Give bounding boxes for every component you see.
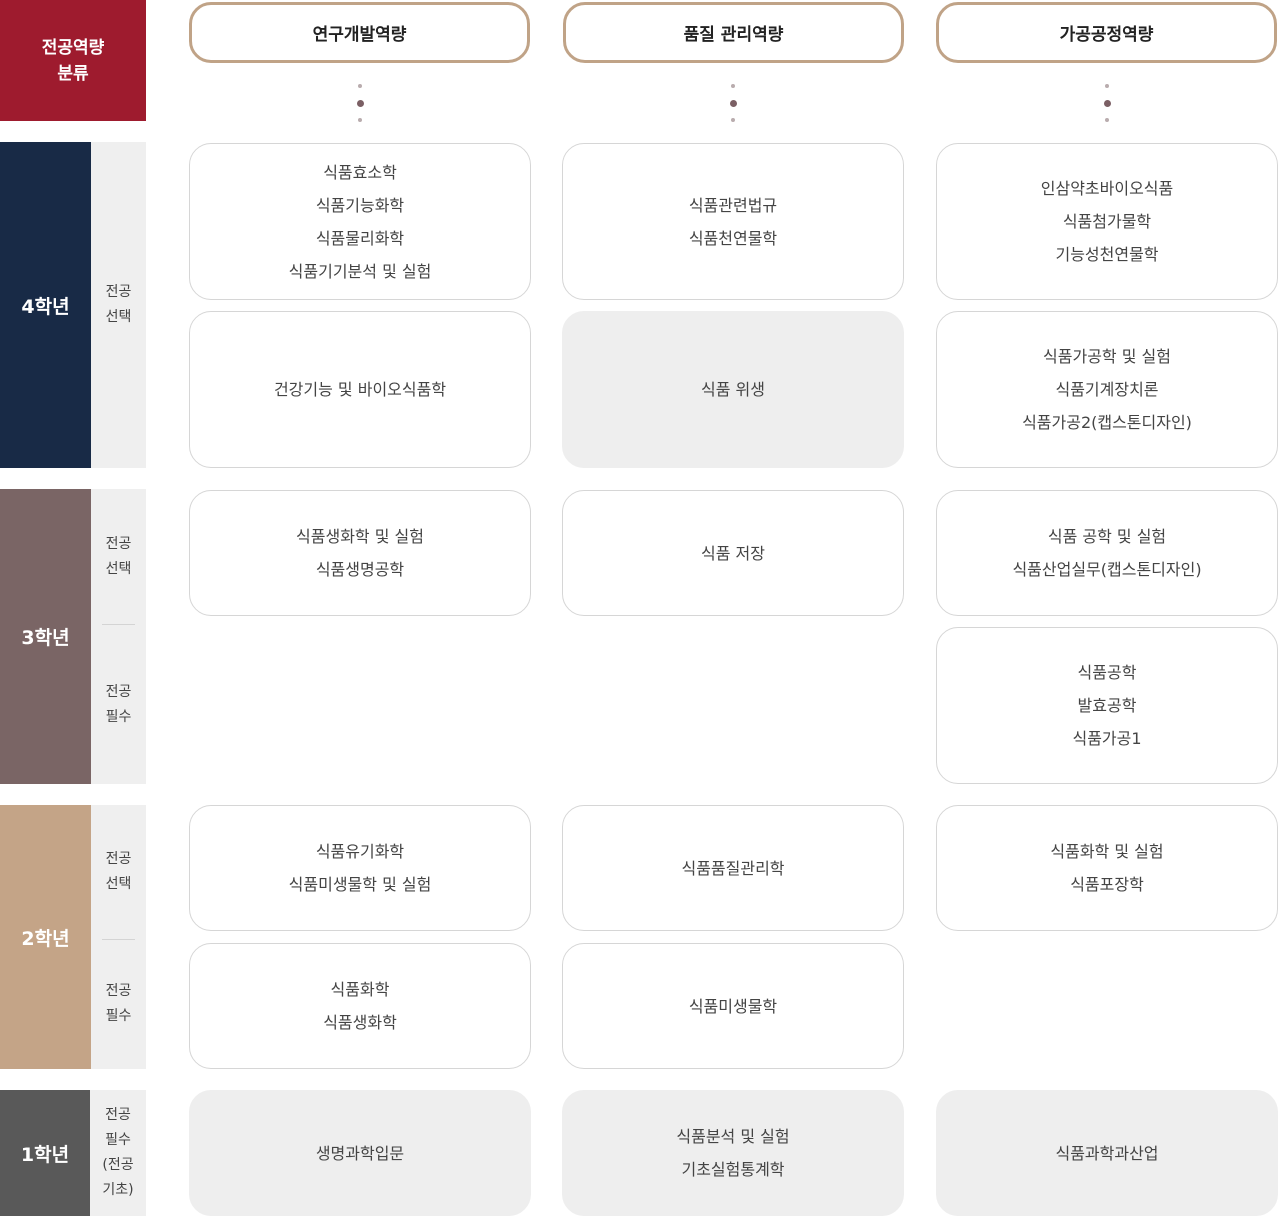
year-2-label: 2학년	[0, 805, 91, 1069]
course-box-y3-rd-elective: 식품생화학 및 실험 식품생명공학	[189, 490, 531, 616]
course-box-y4-pp-elective-a: 인삼약초바이오식품 식품첨가물학 기능성천연물학	[936, 143, 1278, 300]
course-box-y1-rd: 생명과학입문	[189, 1090, 531, 1216]
year-3-label: 3학년	[0, 489, 91, 784]
course-box-y4-rd-elective-a: 식품효소학 식품기능화학 식품물리화학 식품기기분석 및 실험	[189, 143, 531, 300]
competency-classification-header: 전공역량 분류	[0, 0, 146, 121]
course-box-y3-pp-required: 식품공학 발효공학 식품가공1	[936, 627, 1278, 784]
course-box-y2-rd-elective: 식품유기화학 식품미생물학 및 실험	[189, 805, 531, 931]
course-box-y3-qm-elective: 식품 저장	[562, 490, 904, 616]
category-quality: 품질 관리역량	[563, 2, 904, 63]
course-box-y4-qm-elective-a: 식품관련법규 식품천연물학	[562, 143, 904, 300]
year-3-sub-column: 전공 선택 전공 필수	[91, 489, 146, 784]
category-rd: 연구개발역량	[189, 2, 530, 63]
course-box-y2-qm-required: 식품미생물학	[562, 943, 904, 1069]
course-box-y1-qm: 식품분석 및 실험 기초실험통계학	[562, 1090, 904, 1216]
course-box-y4-qm-required: 식품 위생	[562, 311, 904, 468]
course-box-y2-qm-elective: 식품품질관리학	[562, 805, 904, 931]
connector-dots-quality	[729, 84, 737, 122]
header-label-line-2: 분류	[57, 63, 89, 84]
year-1-sub-column: 전공 필수 (전공 기초)	[90, 1090, 146, 1216]
category-processing: 가공공정역량	[936, 2, 1277, 63]
course-box-y1-pp: 식품과학과산업	[936, 1090, 1278, 1216]
course-box-y2-rd-required: 식품화학 식품생화학	[189, 943, 531, 1069]
connector-dots-rd	[356, 84, 364, 122]
year-1-label: 1학년	[0, 1090, 90, 1216]
year-4-label: 4학년	[0, 142, 91, 468]
year-4-elective-label: 전공 선택	[105, 284, 132, 325]
connector-dots-processing	[1103, 84, 1111, 122]
year-1-required-basic-label: 전공 필수 (전공 기초)	[102, 1107, 134, 1198]
year-4-sub-column: 전공 선택	[91, 142, 146, 468]
year-3-required-label: 전공 필수	[105, 683, 132, 725]
year-2-sub-column: 전공 선택 전공 필수	[91, 805, 146, 1069]
course-box-y3-pp-elective: 식품 공학 및 실험 식품산업실무(캡스톤디자인)	[936, 490, 1278, 616]
header-label-line-1: 전공역량	[41, 37, 105, 58]
course-box-y4-rd-elective-b: 건강기능 및 바이오식품학	[189, 311, 531, 468]
year-2-elective-label: 전공 선택	[105, 851, 132, 892]
year-2-required-label: 전공 필수	[105, 983, 132, 1024]
year-3-elective-label: 전공 선택	[105, 536, 132, 577]
course-box-y2-pp-elective: 식품화학 및 실험 식품포장학	[936, 805, 1278, 931]
course-box-y4-pp-elective-b: 식품가공학 및 실험 식품기계장치론 식품가공2(캡스톤디자인)	[936, 311, 1278, 468]
